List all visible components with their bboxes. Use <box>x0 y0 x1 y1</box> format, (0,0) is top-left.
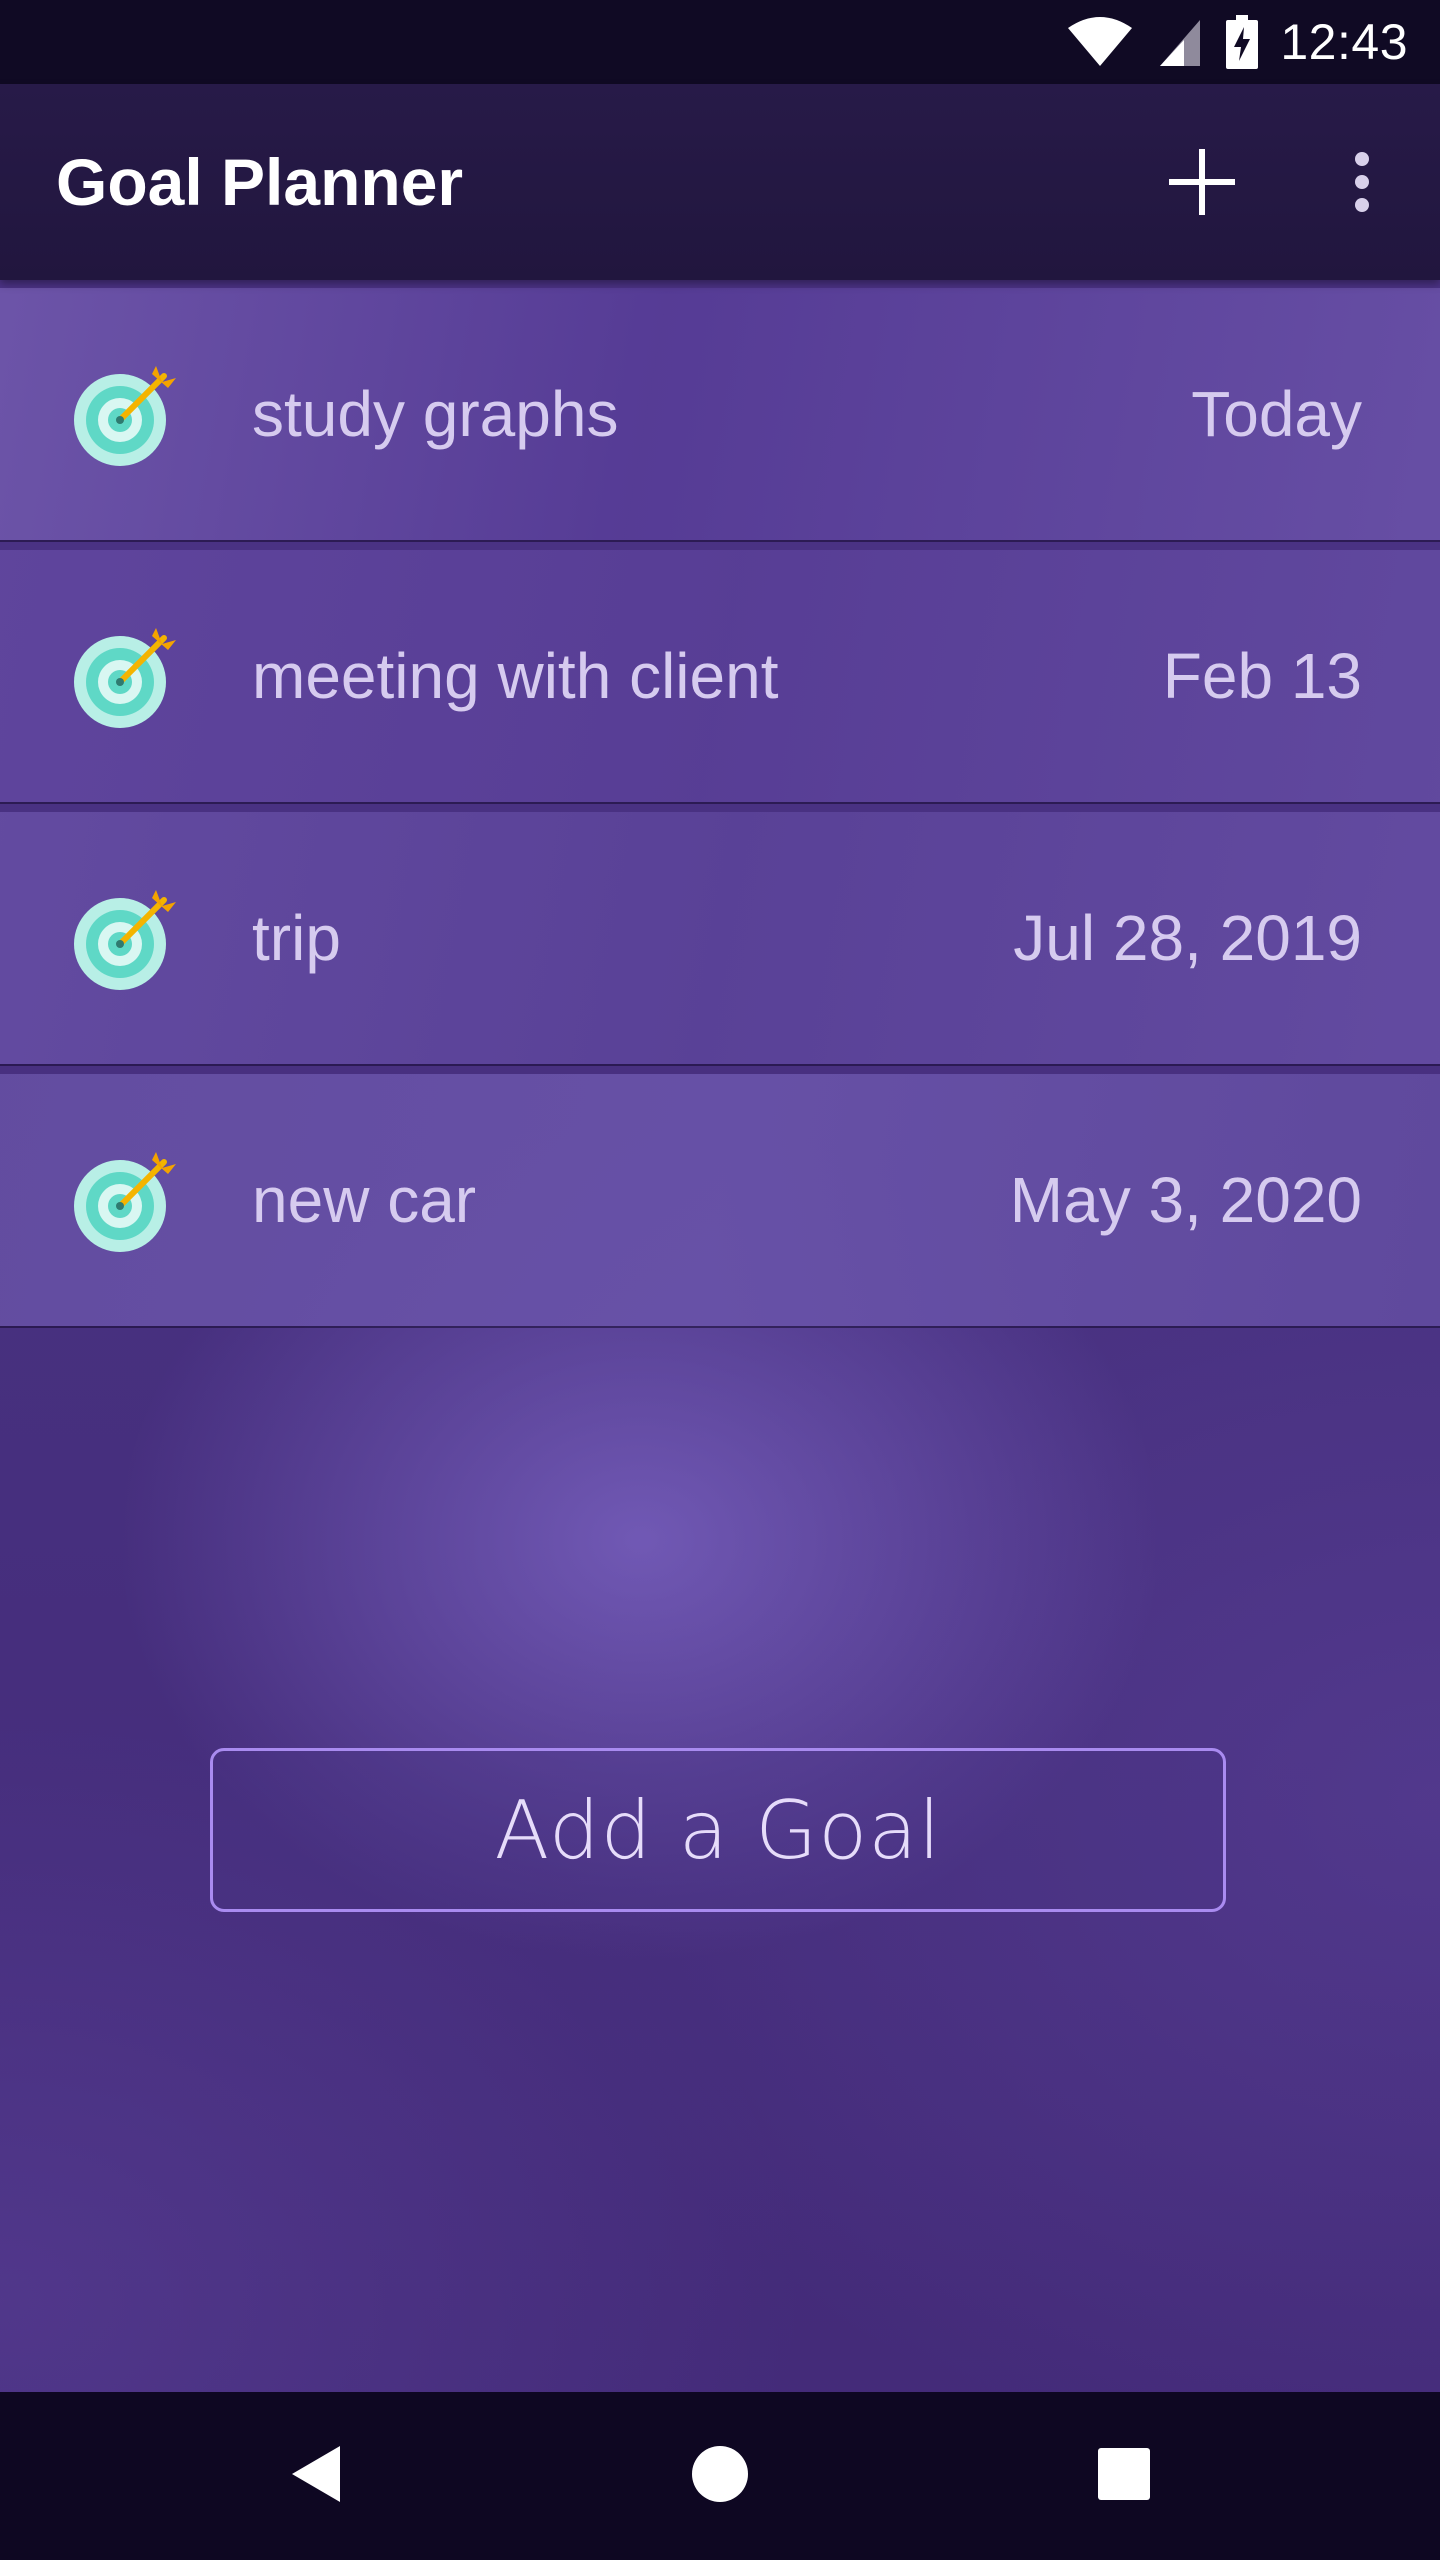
recents-icon <box>1096 2446 1152 2507</box>
goal-list-item[interactable]: trip Jul 28, 2019 <box>0 812 1440 1064</box>
target-icon <box>72 360 180 468</box>
add-icon <box>1167 147 1237 222</box>
goal-title: study graphs <box>252 378 619 450</box>
status-bar: 12:43 <box>0 0 1440 84</box>
goal-list: study graphs Today meeting with client F… <box>0 288 1440 1336</box>
home-icon <box>690 2444 750 2509</box>
goal-date: Feb 13 <box>1162 640 1362 712</box>
add-goal-button[interactable]: Add a Goal <box>210 1748 1226 1912</box>
target-icon <box>72 884 180 992</box>
wifi-icon <box>1066 16 1134 68</box>
cell-signal-icon <box>1156 16 1204 68</box>
overflow-menu-icon <box>1352 151 1372 218</box>
goal-list-item[interactable]: study graphs Today <box>0 288 1440 540</box>
target-icon <box>72 1146 180 1254</box>
system-nav-bar <box>0 2392 1440 2560</box>
back-icon <box>286 2442 346 2511</box>
goal-planner-screen: 12:43 Goal Planner study graphs Today me… <box>0 0 1440 2560</box>
overflow-menu-button[interactable] <box>1312 134 1412 234</box>
status-time: 12:43 <box>1280 14 1408 70</box>
nav-recents-button[interactable] <box>1064 2416 1184 2536</box>
goal-date: May 3, 2020 <box>1009 1164 1362 1236</box>
status-icons: 12:43 <box>1066 0 1408 84</box>
app-title: Goal Planner <box>56 145 464 219</box>
goal-title: new car <box>252 1164 477 1236</box>
target-icon <box>72 622 180 730</box>
goal-list-item[interactable]: meeting with client Feb 13 <box>0 550 1440 802</box>
goal-title: trip <box>252 902 341 974</box>
goal-date: Today <box>1191 378 1362 450</box>
nav-home-button[interactable] <box>660 2416 780 2536</box>
add-goal-action-button[interactable] <box>1152 134 1252 234</box>
battery-charging-icon <box>1226 15 1259 69</box>
goal-date: Jul 28, 2019 <box>1013 902 1362 974</box>
nav-back-button[interactable] <box>256 2416 376 2536</box>
goal-list-item[interactable]: new car May 3, 2020 <box>0 1074 1440 1326</box>
app-bar: Goal Planner <box>0 84 1440 280</box>
goal-title: meeting with client <box>252 640 779 712</box>
